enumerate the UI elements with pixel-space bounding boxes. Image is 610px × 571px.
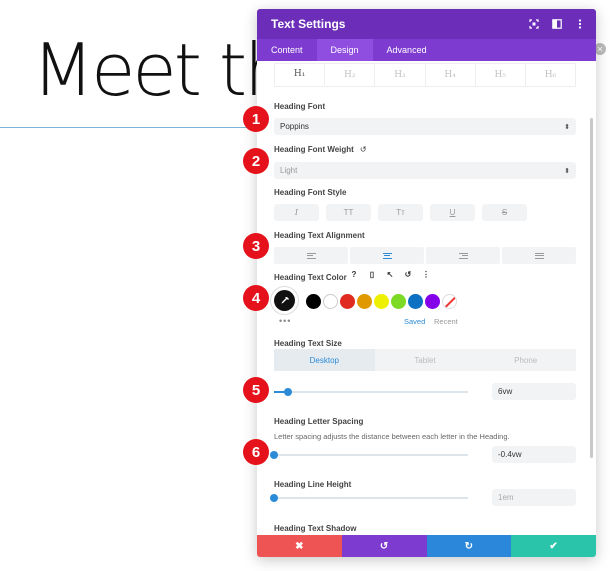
- tab-h5[interactable]: H₅: [476, 64, 526, 86]
- tab-h2[interactable]: H₂: [325, 64, 376, 86]
- swatch-none[interactable]: [442, 294, 457, 309]
- color-tools: ? ▯ ↖ ↺ ⋮: [349, 270, 431, 279]
- heading-font-weight-label: Heading Font Weight ↺: [274, 145, 367, 154]
- step-marker-6: 6: [243, 439, 269, 465]
- text-size-slider-knob[interactable]: [283, 388, 292, 396]
- hover-icon[interactable]: ↖: [385, 270, 395, 279]
- help-icon[interactable]: ?: [349, 270, 359, 279]
- letter-spacing-description: Letter spacing adjusts the distance betw…: [274, 432, 510, 441]
- align-left-button[interactable]: [274, 247, 348, 264]
- select-arrow-icon: ⬍: [564, 123, 570, 131]
- text-size-input[interactable]: 6vw: [492, 383, 576, 400]
- text-size-slider[interactable]: [274, 388, 468, 396]
- swatch-white[interactable]: [323, 294, 338, 309]
- swatch-blue[interactable]: [408, 294, 423, 309]
- heading-text-color-label: Heading Text Color: [274, 273, 347, 282]
- tab-h3[interactable]: H₃: [375, 64, 426, 86]
- fullscreen-icon[interactable]: [528, 18, 540, 30]
- scrollbar[interactable]: [590, 118, 593, 458]
- tab-phone[interactable]: Phone: [475, 349, 576, 371]
- alignment-buttons: [274, 247, 576, 264]
- tab-advanced[interactable]: Advanced: [373, 39, 441, 61]
- heading-font-value: Poppins: [280, 122, 309, 131]
- heading-text-size-label: Heading Text Size: [274, 339, 342, 348]
- heading-font-style-label: Heading Font Style: [274, 188, 347, 197]
- tab-h6[interactable]: H₆: [526, 64, 575, 86]
- select-arrow-icon: ⬍: [564, 167, 570, 175]
- swatch-red[interactable]: [340, 294, 355, 309]
- step-marker-2: 2: [243, 148, 269, 174]
- font-style-buttons: I TT Tᴛ U S: [274, 204, 527, 221]
- swatch-black[interactable]: [306, 294, 321, 309]
- tab-h1[interactable]: H₁: [275, 64, 326, 86]
- swatch-orange[interactable]: [357, 294, 372, 309]
- heading-text-shadow-label: Heading Text Shadow: [274, 524, 357, 533]
- action-bar: ✖ ↺ ↻ ✔: [257, 535, 596, 557]
- cancel-button[interactable]: ✖: [257, 535, 342, 557]
- step-marker-4: 4: [243, 285, 269, 311]
- heading-font-label: Heading Font: [274, 102, 326, 111]
- selection-guide-line: [0, 127, 258, 128]
- underline-button[interactable]: U: [430, 204, 475, 221]
- step-marker-1: 1: [243, 106, 269, 132]
- heading-text-alignment-label: Heading Text Alignment: [274, 231, 365, 240]
- italic-button[interactable]: I: [274, 204, 319, 221]
- heading-font-weight-select[interactable]: Light ⬍: [274, 162, 576, 179]
- responsive-icon[interactable]: ▯: [367, 270, 377, 279]
- panel-title: Text Settings: [271, 17, 346, 31]
- options-icon[interactable]: ⋮: [421, 270, 431, 279]
- more-colors-icon[interactable]: •••: [279, 316, 291, 326]
- scrollbar-thumb[interactable]: [590, 118, 593, 458]
- reset-icon[interactable]: ↺: [360, 145, 367, 154]
- panel-tabs: Content Design Advanced: [257, 39, 596, 61]
- heading-level-tabs: H₁ H₂ H₃ H₄ H₅ H₆: [274, 63, 576, 87]
- line-height-slider-knob[interactable]: [270, 494, 278, 502]
- heading-letter-spacing-label: Heading Letter Spacing: [274, 417, 364, 426]
- save-button[interactable]: ✔: [511, 535, 596, 557]
- redo-button[interactable]: ↻: [426, 535, 512, 557]
- more-icon[interactable]: [574, 18, 586, 30]
- reset-icon[interactable]: ↺: [403, 270, 413, 279]
- tab-design[interactable]: Design: [316, 39, 373, 61]
- text-settings-panel: Text Settings Content Design Advanced H₁…: [257, 9, 596, 557]
- swatch-green[interactable]: [391, 294, 406, 309]
- heading-line-height-label: Heading Line Height: [274, 480, 352, 489]
- letter-spacing-input[interactable]: -0.4vw: [492, 446, 576, 463]
- undo-button[interactable]: ↺: [341, 535, 427, 557]
- panel-header: Text Settings: [257, 9, 596, 39]
- align-justify-button[interactable]: [502, 247, 576, 264]
- heading-font-weight-value: Light: [280, 166, 298, 175]
- page-heading-preview: Meet th: [32, 28, 290, 112]
- tab-tablet[interactable]: Tablet: [375, 349, 476, 371]
- split-view-icon[interactable]: [551, 18, 563, 30]
- page-canvas: Meet th ✕ Text Settings Content Design A…: [0, 0, 610, 571]
- eyedropper-icon: [281, 296, 289, 303]
- saved-colors-tab[interactable]: Saved: [404, 317, 425, 326]
- swatch-purple[interactable]: [425, 294, 440, 309]
- line-height-slider[interactable]: [270, 494, 468, 502]
- letter-spacing-slider-knob[interactable]: [270, 451, 278, 459]
- align-center-button[interactable]: [350, 247, 424, 264]
- capitalize-button[interactable]: Tᴛ: [378, 204, 423, 221]
- tab-h4[interactable]: H₄: [426, 64, 476, 86]
- recent-colors-tab[interactable]: Recent: [434, 317, 458, 326]
- strikethrough-button[interactable]: S: [482, 204, 527, 221]
- color-swatches: [306, 294, 457, 309]
- align-right-button[interactable]: [426, 247, 500, 264]
- device-tabs: Desktop Tablet Phone: [274, 349, 576, 371]
- heading-font-weight-label-text: Heading Font Weight: [274, 145, 354, 154]
- step-marker-3: 3: [243, 233, 269, 259]
- tab-desktop[interactable]: Desktop: [274, 349, 375, 371]
- step-marker-5: 5: [243, 377, 269, 403]
- uppercase-button[interactable]: TT: [326, 204, 371, 221]
- line-height-input[interactable]: 1em: [492, 489, 576, 506]
- heading-font-select[interactable]: Poppins ⬍: [274, 118, 576, 135]
- panel-body: H₁ H₂ H₃ H₄ H₅ H₆ Heading Font Poppins ⬍…: [257, 61, 596, 535]
- tab-content[interactable]: Content: [257, 39, 317, 61]
- letter-spacing-slider[interactable]: [270, 451, 468, 459]
- swatch-yellow[interactable]: [374, 294, 389, 309]
- color-picker-button[interactable]: [274, 290, 295, 311]
